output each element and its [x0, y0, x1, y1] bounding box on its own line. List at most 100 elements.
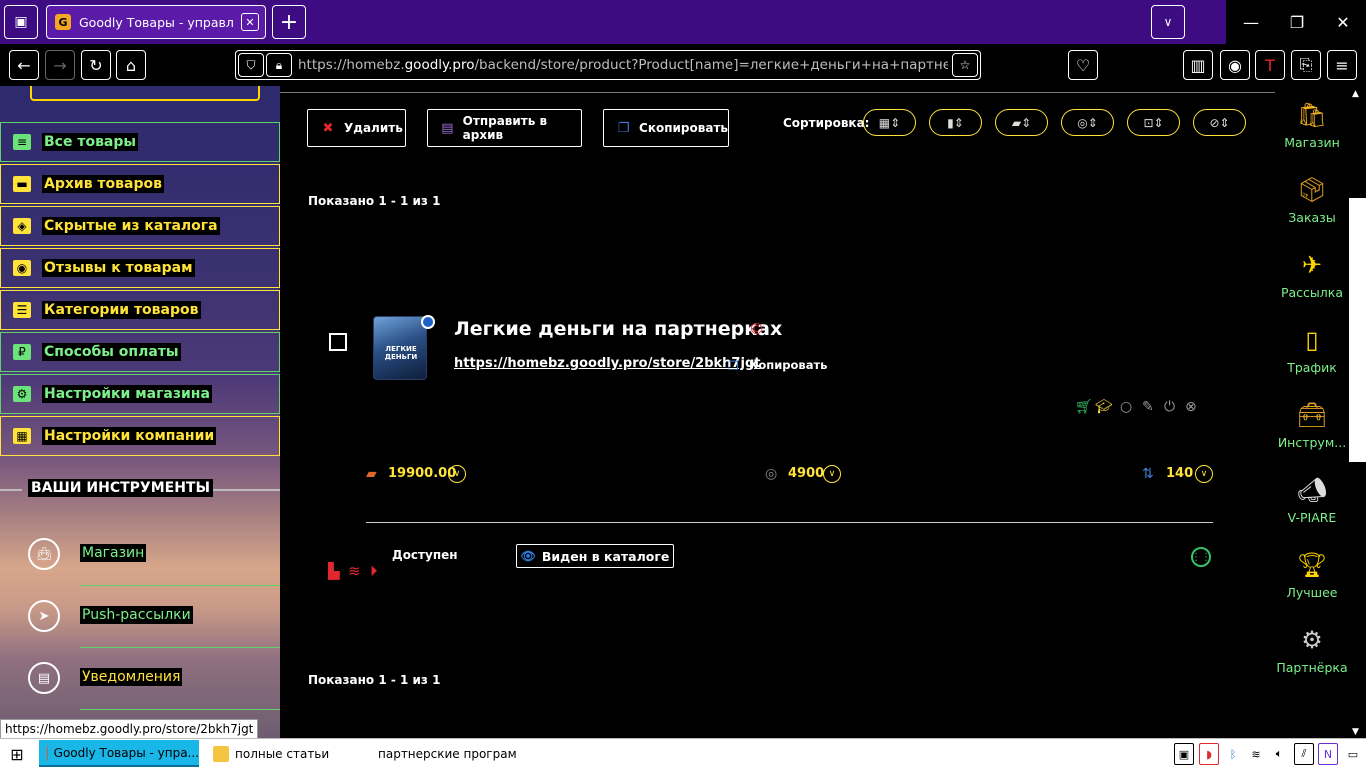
rightbar-item-label: Партнёрка	[1276, 660, 1348, 675]
link-status-url: https://homebz.goodly.pro/store/2bkh7jgt	[0, 719, 259, 739]
browser-tab-bar: ▣ G Goodly Товары - управление ✕ + ∨ — ❐…	[0, 0, 1366, 44]
tool-item[interactable]: 👜︎ Магазин	[0, 524, 280, 586]
sidebar-item[interactable]: ◈ Скрытые из каталога	[0, 206, 280, 246]
url-text[interactable]: https://homebz.goodly.pro/backend/store/…	[298, 57, 948, 73]
scroll-up-arrow-icon[interactable]: ▲	[1352, 89, 1359, 99]
browser-tab[interactable]: G Goodly Товары - управление ✕	[46, 5, 266, 39]
scrollbar-thumb[interactable]	[1349, 198, 1366, 462]
cart-icon[interactable]: 🛒︎	[1075, 399, 1093, 415]
tab-close-icon[interactable]: ✕	[241, 13, 259, 31]
sidebar-item[interactable]: ◉ Отзывы к товарам	[0, 248, 280, 288]
sort-by-access-button[interactable]: ⊡⇕	[1127, 109, 1180, 136]
rightbar-item[interactable]: ⚙ Партнёрка	[1275, 623, 1351, 693]
sort-by-date-button[interactable]: ▦⇕	[863, 109, 916, 136]
delete-icon: ✖	[322, 120, 334, 136]
forward-arrow-icon[interactable]: →	[45, 50, 75, 80]
product-title[interactable]: Легкие деньги на партнерках	[454, 318, 782, 340]
book-icon[interactable]: ▙	[328, 562, 340, 580]
tool-item[interactable]: ➤ Push-рассылки	[0, 586, 280, 648]
sidebar-item[interactable]: ▦ Настройки компании	[0, 416, 280, 456]
new-tab-button[interactable]: +	[272, 5, 306, 39]
heading-rule-left	[0, 489, 22, 491]
edit-icon[interactable]: ✎	[1142, 399, 1154, 415]
screen: ▣ G Goodly Товары - управление ✕ + ∨ — ❐…	[0, 0, 1366, 768]
price-chevron-icon[interactable]: ∨	[448, 465, 466, 483]
restore-icon[interactable]: ❐	[1282, 8, 1312, 36]
sidebar-item[interactable]: ⚙ Настройки магазина	[0, 374, 280, 414]
shield-icon[interactable]: ⛉	[238, 53, 264, 77]
taskbar-item-browser[interactable]: Goodly Товары - упра...	[39, 740, 199, 767]
copy-button[interactable]: ❐ Скопировать	[603, 109, 729, 147]
close-window-icon[interactable]: ✕	[1328, 8, 1358, 36]
notifications-icon[interactable]: ▭	[1343, 743, 1363, 765]
extension-t-icon[interactable]: T	[1255, 50, 1285, 80]
tray-security-icon[interactable]: ◗	[1199, 743, 1219, 765]
rightbar-item[interactable]: 🏆︎ Лучшее	[1275, 548, 1351, 618]
sidebar-item[interactable]: ₽ Способы оплаты	[0, 332, 280, 372]
account-icon[interactable]: ◉	[1220, 50, 1250, 80]
add-product-button[interactable]	[30, 86, 260, 101]
tray-stripes-icon[interactable]: ⫽	[1294, 743, 1314, 765]
catalog-visibility-button[interactable]: 👁︎ Виден в каталоге	[516, 544, 674, 568]
tray-app-icon[interactable]: ▣	[1174, 743, 1194, 765]
sidebar-item[interactable]: ▬ Архив товаров	[0, 164, 280, 204]
back-arrow-icon[interactable]: ←	[9, 50, 39, 80]
power-icon[interactable]: ⏻	[1164, 399, 1175, 415]
sort-by-commission-button[interactable]: ◎⇕	[1061, 109, 1114, 136]
paper-plane-icon: ✈	[1301, 251, 1323, 279]
stack-icon[interactable]: ≋	[348, 562, 361, 580]
play-icon[interactable]: ⏵	[370, 562, 378, 580]
extensions-puzzle-icon[interactable]: ⎘	[1291, 50, 1321, 80]
reload-icon[interactable]: ↻	[81, 50, 111, 80]
home-icon[interactable]: ⌂	[116, 50, 146, 80]
tray-n-icon[interactable]: N	[1318, 743, 1338, 765]
menu-hamburger-icon[interactable]: ≡	[1327, 50, 1357, 80]
tab-overflow-chevron-icon[interactable]: ∨	[1151, 5, 1185, 39]
archive-button[interactable]: ▤ Отправить в архив	[427, 109, 582, 147]
catalog-visibility-label: Виден в каталоге	[541, 548, 670, 564]
sort-by-price-button[interactable]: ▰⇕	[995, 109, 1048, 136]
tool-item[interactable]: ▤ Уведомления	[0, 648, 280, 710]
sort-by-visibility-button[interactable]: ⊘⇕	[1193, 109, 1246, 136]
availability-status: Доступен	[392, 548, 458, 562]
rightbar-item[interactable]: 🧰︎ Инструм...	[1275, 398, 1351, 468]
sales-chevron-icon[interactable]: ∨	[1195, 465, 1213, 483]
sidebar-item[interactable]: ≡ Все товары	[0, 122, 280, 162]
bookmark-star-icon[interactable]: ☆	[952, 53, 978, 77]
partner-chevron-icon[interactable]: ∨	[823, 465, 841, 483]
rightbar-item[interactable]: ✈ Рассылка	[1275, 248, 1351, 318]
product-thumbnail[interactable]: ЛЕГКИЕ ДЕНЬГИ	[373, 316, 427, 380]
wifi-icon[interactable]: ≋	[1246, 743, 1266, 765]
rightbar-item[interactable]: 📣︎ V-PIARE	[1275, 473, 1351, 543]
lock-icon[interactable]: 🔒︎	[266, 53, 292, 77]
grid-settings-icon[interactable]: ⋮⋮	[1191, 547, 1211, 567]
url-bar[interactable]: ⛉ 🔒︎ https://homebz.goodly.pro/backend/s…	[235, 50, 981, 80]
minimize-icon[interactable]: —	[1236, 8, 1266, 36]
partner-gear-icon: ⚙	[1301, 626, 1323, 654]
product-link[interactable]: https://homebz.goodly.pro/store/2bkh7jgt	[454, 356, 760, 371]
rightbar-item[interactable]: 📦︎ Заказы	[1275, 173, 1351, 243]
pagination-summary-top: Показано 1 - 1 из 1	[308, 194, 441, 208]
rightbar-item[interactable]: 🛍︎ Магазин	[1275, 98, 1351, 168]
graduation-cap-icon[interactable]: 🎓︎	[1095, 399, 1113, 415]
volume-icon[interactable]: 🔈︎	[1269, 743, 1289, 765]
copy-link-icon[interactable]: ❐	[728, 359, 739, 373]
thumbnail-caption: ЛЕГКИЕ ДЕНЬГИ	[384, 345, 418, 361]
taskbar-item-folder-articles[interactable]: полные статьи	[205, 740, 355, 767]
tab-list-button[interactable]: ▣	[4, 5, 38, 39]
windows-start-icon[interactable]: ⊞	[8, 745, 26, 764]
sidebar-item[interactable]: ☰ Категории товаров	[0, 290, 280, 330]
reader-view-icon[interactable]: ▥	[1183, 50, 1213, 80]
taskbar-item-folder-programs[interactable]: партнерские програм...	[364, 740, 516, 767]
bluetooth-icon[interactable]: ᛒ	[1223, 743, 1243, 765]
sort-by-name-button[interactable]: ▮⇕	[929, 109, 982, 136]
pocket-icon[interactable]: ♡	[1068, 50, 1098, 80]
scroll-down-arrow-icon[interactable]: ▼	[1352, 727, 1359, 737]
close-circle-icon[interactable]: ⊗	[1185, 399, 1197, 415]
rightbar-item[interactable]: ▯ Трафик	[1275, 323, 1351, 393]
copy-link-button[interactable]: Копировать	[749, 358, 827, 372]
comment-icon[interactable]: ○	[1120, 399, 1132, 415]
windows-taskbar: ⊞ Goodly Товары - упра... полные статьи …	[0, 738, 1366, 768]
delete-button[interactable]: ✖ Удалить	[307, 109, 406, 147]
product-select-checkbox[interactable]	[329, 333, 347, 351]
